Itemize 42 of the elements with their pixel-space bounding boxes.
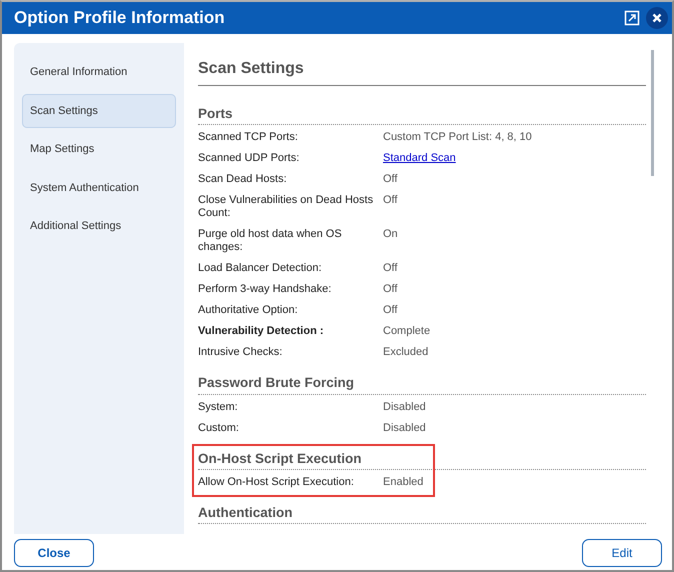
- sidebar-item[interactable]: Scan Settings: [22, 94, 176, 128]
- setting-value: Disabled: [383, 422, 426, 434]
- setting-label: Allow On-Host Script Execution:: [198, 476, 355, 489]
- setting-label: Close Vulnerabilities on Dead Hosts Count:: [198, 194, 374, 220]
- group-heading: Password Brute Forcing: [198, 374, 356, 392]
- setting-value: Custom TCP Port List: 4, 8, 10: [383, 131, 532, 144]
- section-heading: Scan Settings: [198, 57, 646, 86]
- setting-label: Scanned TCP Ports:: [198, 131, 299, 144]
- setting-label: Intrusive Checks:: [198, 346, 284, 360]
- setting-value: Off: [383, 283, 398, 296]
- group-heading: Authentication: [198, 504, 294, 522]
- close-icon[interactable]: [646, 7, 668, 29]
- group-heading: Ports: [198, 105, 234, 123]
- setting-label: Load Balancer Detection:: [198, 262, 323, 276]
- setting-label: Scanned UDP Ports:: [198, 152, 300, 166]
- setting-value: Off: [383, 173, 398, 186]
- setting-label: Vulnerability Detection :: [198, 325, 325, 338]
- sidebar-item[interactable]: System Authentication: [22, 170, 176, 205]
- setting-label: Scan Dead Hosts:: [198, 173, 288, 186]
- setting-value: Off: [383, 262, 398, 276]
- setting-label: System:: [198, 400, 239, 414]
- sidebar-item[interactable]: Map Settings: [22, 132, 176, 166]
- edit-button[interactable]: Edit: [582, 539, 662, 567]
- close-button[interactable]: Close: [14, 539, 94, 567]
- setting-value: Enabled: [383, 476, 424, 489]
- setting-label: Perform 3-way Handshake:: [198, 283, 332, 296]
- group-heading: On-Host Script Execution: [198, 450, 363, 468]
- setting-value: Off: [383, 194, 398, 208]
- setting-value: Disabled: [383, 400, 426, 414]
- popout-icon[interactable]: [624, 10, 640, 26]
- setting-label: Authoritative Option:: [198, 304, 299, 318]
- setting-value: On: [383, 228, 398, 242]
- setting-label: Purge old host data when OS changes:: [198, 228, 343, 254]
- setting-value: Excluded: [383, 346, 428, 360]
- setting-label: Custom:: [198, 422, 240, 434]
- setting-link[interactable]: Standard Scan: [383, 152, 456, 166]
- sidebar-item[interactable]: General Information: [22, 55, 176, 90]
- setting-value: Off: [383, 304, 398, 318]
- sidebar-item[interactable]: Additional Settings: [22, 209, 176, 244]
- setting-value: Complete: [383, 325, 430, 338]
- window-title: Option Profile Information: [14, 7, 226, 30]
- scrollbar-thumb[interactable]: [651, 50, 654, 176]
